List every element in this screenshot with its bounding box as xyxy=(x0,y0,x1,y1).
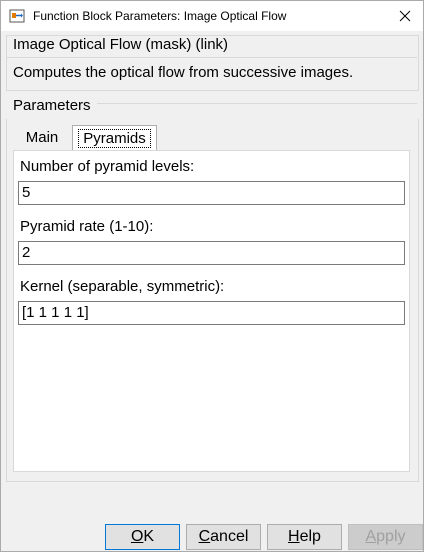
cancel-mnemonic: C xyxy=(198,528,211,545)
tab-pyramids-label: Pyramids xyxy=(78,129,151,148)
tab-pyramids[interactable]: Pyramids xyxy=(72,125,157,151)
title-bar[interactable]: Function Block Parameters: Image Optical… xyxy=(1,1,423,31)
help-label: elp xyxy=(299,528,321,545)
kernel-label: Kernel (separable, symmetric): xyxy=(20,278,225,295)
pyramid-rate-field[interactable]: 2 xyxy=(18,241,405,265)
dialog-window: Function Block Parameters: Image Optical… xyxy=(0,0,424,552)
apply-button[interactable]: Apply xyxy=(348,524,423,550)
pyramid-levels-label: Number of pyramid levels: xyxy=(20,158,195,175)
help-mnemonic: H xyxy=(288,528,300,545)
pyramid-levels-field[interactable]: 5 xyxy=(18,181,405,205)
cancel-button[interactable]: Cancel xyxy=(186,524,261,550)
ok-label: K xyxy=(143,528,155,545)
cancel-label: ancel xyxy=(210,528,249,545)
parameters-label: Parameters xyxy=(13,97,91,114)
kernel-field[interactable]: [1 1 1 1 1] xyxy=(18,301,405,325)
tab-main[interactable]: Main xyxy=(15,125,69,149)
pyramid-rate-label: Pyramid rate (1-10): xyxy=(20,218,154,235)
ok-button[interactable]: OK xyxy=(105,524,180,550)
ok-mnemonic: O xyxy=(130,528,144,545)
simulink-block-icon xyxy=(9,9,25,23)
close-button[interactable] xyxy=(387,1,423,31)
apply-mnemonic: A xyxy=(365,528,377,545)
mask-title: Image Optical Flow (mask) (link) xyxy=(13,36,229,53)
tab-main-label: Main xyxy=(25,128,59,146)
parameters-divider xyxy=(97,103,417,105)
help-button[interactable]: Help xyxy=(267,524,342,550)
close-icon xyxy=(399,10,411,22)
mask-description: Computes the optical flow from successiv… xyxy=(13,64,354,81)
apply-label: pply xyxy=(376,528,406,545)
window-title: Function Block Parameters: Image Optical… xyxy=(33,9,287,23)
